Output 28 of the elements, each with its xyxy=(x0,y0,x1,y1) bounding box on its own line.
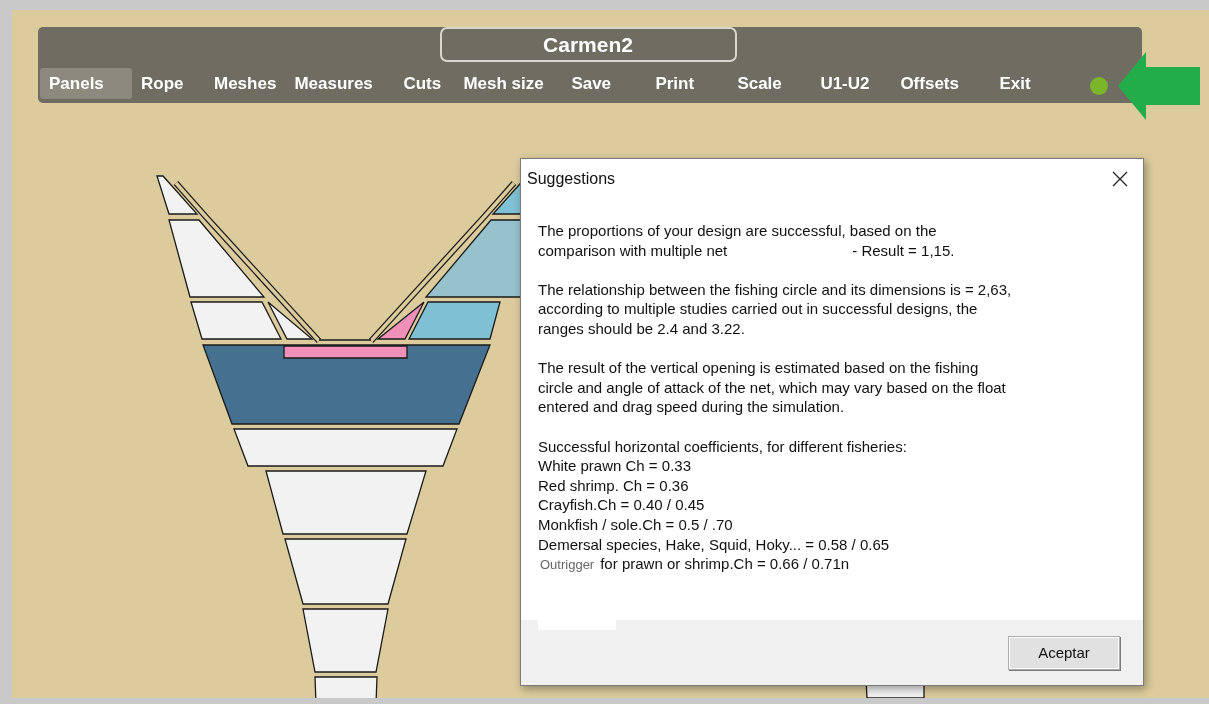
menu-tab[interactable]: U1-U2 xyxy=(811,68,892,99)
menu-tab[interactable]: Rope xyxy=(132,68,205,99)
prefix-label: Outrigger xyxy=(540,556,595,575)
menu-tab[interactable]: Panels xyxy=(40,68,132,99)
menu-tab[interactable]: Exit xyxy=(990,68,1061,99)
suggestion-paragraph: The proportions of your design are successful, based on the comparison with multiple net - Result = 1,15. xyxy=(538,221,956,261)
dialog-title: Suggestions xyxy=(527,170,616,188)
suggestion-paragraph: The relationship between the fishing circle and its dimensions is = 2,63, according to multiple studies carried out in successful designs, the ranges should be 2.4 and 3.22. xyxy=(538,279,1013,339)
arrow-icon xyxy=(1118,52,1200,120)
coefficient-line: Monkfish / sole.Ch = 0.5 / .70 xyxy=(538,514,734,535)
coefficient-line: White prawn Ch = 0.33 xyxy=(538,456,692,476)
coefficient-line: Demersal species, Hake, Squid, Hoky... = 0.58 / 0.65 xyxy=(538,534,891,555)
accept-button[interactable]: Aceptar xyxy=(1008,635,1120,670)
coefficient-line: Red shrimp. Ch = 0.36 xyxy=(538,475,690,496)
menu-tab[interactable]: Offsets xyxy=(891,68,991,99)
window-title: Carmen2 xyxy=(439,27,737,62)
menu-tab[interactable]: Cuts xyxy=(394,68,455,99)
menu-tab[interactable]: Scale xyxy=(728,68,812,99)
menu-tab[interactable]: Measures xyxy=(285,68,395,99)
close-icon xyxy=(1112,171,1128,187)
menu-tab[interactable]: Meshes xyxy=(205,68,286,99)
menu-tab[interactable]: Mesh size xyxy=(454,68,563,99)
coefficient-line: Crayfish.Ch = 0.40 / 0.45 xyxy=(538,495,706,515)
coefficients-heading: Successful horizontal coefficients, for different fisheries: xyxy=(538,436,908,457)
menu-tab[interactable]: Save xyxy=(562,68,647,99)
menu-tab[interactable]: Print xyxy=(646,68,729,99)
suggestion-paragraph: The result of the vertical opening is estimated based on the fishing circle and angle of attack of the net, which may vary based on the float entered and drag speed during the simulation. xyxy=(538,358,1007,417)
coefficient-line: for prawn or shrimp.Ch = 0.66 / 0.71n xyxy=(600,554,850,574)
